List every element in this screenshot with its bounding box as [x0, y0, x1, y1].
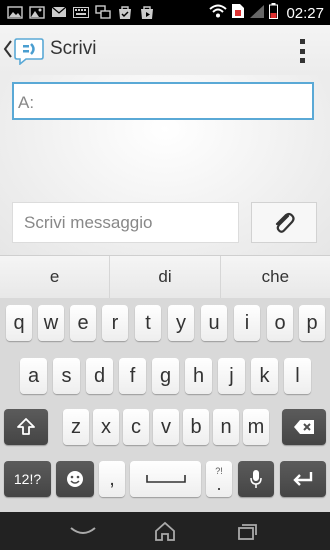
suggestion-strip: e di che — [0, 255, 330, 299]
key-h[interactable]: h — [185, 358, 212, 394]
period-key[interactable]: ?! . — [206, 461, 232, 497]
keyboard-icon — [72, 4, 90, 20]
action-bar: Scrivi — [0, 25, 330, 75]
key-v[interactable]: v — [153, 409, 179, 445]
key-s[interactable]: s — [53, 358, 80, 394]
system-icons: 02:27 — [209, 3, 324, 24]
microphone-icon — [250, 470, 262, 488]
bag-icon — [116, 4, 134, 20]
emoji-key[interactable] — [56, 461, 94, 497]
shift-key[interactable] — [4, 409, 48, 445]
signal-icon — [249, 4, 265, 24]
windows-icon — [94, 4, 112, 20]
hide-keyboard-icon[interactable] — [66, 520, 100, 542]
key-y[interactable]: y — [168, 305, 194, 341]
page-title: Scrivi — [50, 38, 97, 59]
key-a[interactable]: a — [20, 358, 47, 394]
key-e[interactable]: e — [70, 305, 96, 341]
navigation-bar — [0, 512, 330, 550]
back-chevron-icon[interactable] — [3, 39, 13, 59]
key-o[interactable]: o — [267, 305, 293, 341]
key-q[interactable]: q — [6, 305, 32, 341]
key-d[interactable]: d — [86, 358, 113, 394]
key-w[interactable]: w — [38, 305, 64, 341]
key-l[interactable]: l — [284, 358, 311, 394]
key-r[interactable]: r — [102, 305, 128, 341]
microphone-key[interactable] — [238, 461, 274, 497]
suggestion-item[interactable]: che — [221, 256, 330, 298]
recipient-input[interactable]: A: — [12, 82, 314, 120]
space-bar-icon — [145, 475, 186, 483]
comma-key[interactable]: , — [99, 461, 125, 497]
clock: 02:27 — [286, 5, 324, 22]
attach-button[interactable] — [251, 202, 317, 243]
key-n[interactable]: n — [213, 409, 239, 445]
home-icon[interactable] — [148, 520, 182, 542]
key-b[interactable]: b — [183, 409, 209, 445]
key-m[interactable]: m — [243, 409, 269, 445]
key-c[interactable]: c — [123, 409, 149, 445]
backspace-icon — [294, 420, 314, 434]
status-bar: 02:27 — [0, 0, 330, 25]
image-icon — [6, 4, 24, 20]
key-row-2: a s d f g h j k l — [0, 358, 330, 394]
sim-alert-icon — [231, 3, 245, 24]
key-t[interactable]: t — [135, 305, 161, 341]
key-row-1: q w e r t y u i o p — [0, 305, 330, 341]
suggestion-item[interactable]: di — [110, 256, 221, 298]
space-key[interactable] — [130, 461, 201, 497]
messaging-app-icon[interactable] — [14, 37, 44, 65]
shift-icon — [17, 418, 35, 435]
backspace-key[interactable] — [282, 409, 326, 445]
enter-key[interactable] — [280, 461, 326, 497]
compose-area: A: Scrivi messaggio — [0, 75, 330, 255]
message-input[interactable]: Scrivi messaggio — [12, 202, 239, 243]
symbols-key[interactable]: 12!? — [4, 461, 51, 497]
key-k[interactable]: k — [251, 358, 278, 394]
recipient-placeholder: A: — [18, 93, 35, 112]
paperclip-icon — [275, 212, 295, 233]
key-x[interactable]: x — [93, 409, 119, 445]
overflow-menu-icon[interactable] — [300, 39, 306, 63]
key-p[interactable]: p — [299, 305, 325, 341]
play-store-icon — [138, 4, 156, 20]
key-j[interactable]: j — [218, 358, 245, 394]
recent-apps-icon[interactable] — [230, 520, 264, 542]
message-placeholder: Scrivi messaggio — [24, 213, 153, 232]
suggestion-item[interactable]: e — [0, 256, 111, 298]
wifi-icon — [209, 4, 228, 23]
key-i[interactable]: i — [234, 305, 260, 341]
key-row-4: 12!? , ?! . — [0, 461, 330, 497]
key-g[interactable]: g — [152, 358, 179, 394]
picture-icon — [28, 4, 46, 20]
key-f[interactable]: f — [119, 358, 146, 394]
key-u[interactable]: u — [201, 305, 227, 341]
notification-icons — [6, 4, 156, 20]
key-row-3: z x c v b n m — [0, 409, 330, 445]
keyboard: q w e r t y u i o p a s d f g h j k l z … — [0, 298, 330, 512]
smiley-icon — [67, 471, 83, 487]
key-z[interactable]: z — [63, 409, 89, 445]
battery-icon — [269, 3, 279, 24]
period-label: . — [216, 473, 222, 494]
enter-icon — [293, 472, 313, 486]
mail-icon — [50, 4, 68, 20]
